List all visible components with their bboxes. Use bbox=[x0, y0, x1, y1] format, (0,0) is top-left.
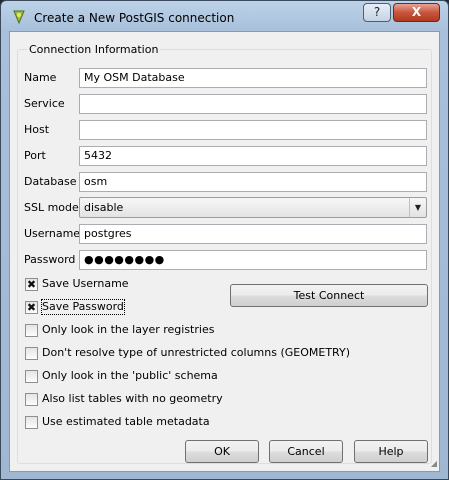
estimated-metadata-checkbox[interactable] bbox=[25, 416, 38, 429]
cancel-button[interactable]: Cancel bbox=[269, 440, 343, 463]
estimated-metadata-label: Use estimated table metadata bbox=[42, 415, 210, 428]
port-label: Port bbox=[24, 149, 46, 162]
dont-resolve-label: Don't resolve type of unrestricted colum… bbox=[42, 346, 350, 359]
no-geometry-checkbox[interactable] bbox=[25, 393, 38, 406]
close-button[interactable]: X bbox=[393, 3, 440, 22]
dont-resolve-checkbox[interactable] bbox=[25, 347, 38, 360]
help-button[interactable]: Help bbox=[354, 440, 428, 463]
ok-button[interactable]: OK bbox=[185, 440, 259, 463]
host-field[interactable] bbox=[79, 120, 427, 140]
qgis-logo-icon bbox=[11, 9, 27, 25]
ssl-mode-select[interactable]: disable ▼ bbox=[79, 197, 427, 218]
chevron-down-icon[interactable]: ▼ bbox=[409, 198, 426, 217]
public-schema-label: Only look in the 'public' schema bbox=[42, 369, 218, 382]
public-schema-checkbox[interactable] bbox=[25, 370, 38, 383]
name-field[interactable]: My OSM Database bbox=[79, 68, 427, 88]
database-field[interactable]: osm bbox=[79, 172, 427, 192]
password-label: Password bbox=[24, 253, 76, 266]
save-username-checkbox[interactable]: ✖ bbox=[25, 278, 38, 291]
layer-registries-checkbox[interactable] bbox=[25, 324, 38, 337]
save-password-label: Save Password bbox=[41, 299, 125, 315]
save-username-label: Save Username bbox=[42, 277, 129, 290]
title-help-button[interactable]: ? bbox=[363, 3, 391, 22]
group-title: Connection Information bbox=[27, 43, 161, 56]
ssl-mode-label: SSL mode bbox=[24, 201, 79, 214]
database-label: Database bbox=[24, 175, 77, 188]
ssl-mode-value: disable bbox=[84, 201, 124, 214]
layer-registries-label: Only look in the layer registries bbox=[42, 323, 215, 336]
service-label: Service bbox=[24, 97, 65, 110]
resize-grip-icon[interactable]: ◢ bbox=[427, 459, 437, 469]
username-label: Username bbox=[24, 227, 81, 240]
window-title: Create a New PostGIS connection bbox=[34, 11, 235, 25]
title-bar[interactable]: Create a New PostGIS connection ? X bbox=[1, 1, 448, 35]
dialog-window: Create a New PostGIS connection ? X Conn… bbox=[0, 0, 449, 480]
password-field[interactable]: ●●●●●●●● bbox=[79, 250, 427, 270]
save-password-checkbox[interactable]: ✖ bbox=[25, 301, 38, 314]
test-connect-button[interactable]: Test Connect bbox=[230, 284, 428, 307]
no-geometry-label: Also list tables with no geometry bbox=[42, 392, 223, 405]
host-label: Host bbox=[24, 123, 50, 136]
dialog-body: Connection Information Name My OSM Datab… bbox=[9, 31, 440, 472]
name-label: Name bbox=[24, 71, 57, 84]
port-field[interactable]: 5432 bbox=[79, 146, 427, 166]
service-field[interactable] bbox=[79, 94, 427, 114]
username-field[interactable]: postgres bbox=[79, 224, 427, 244]
